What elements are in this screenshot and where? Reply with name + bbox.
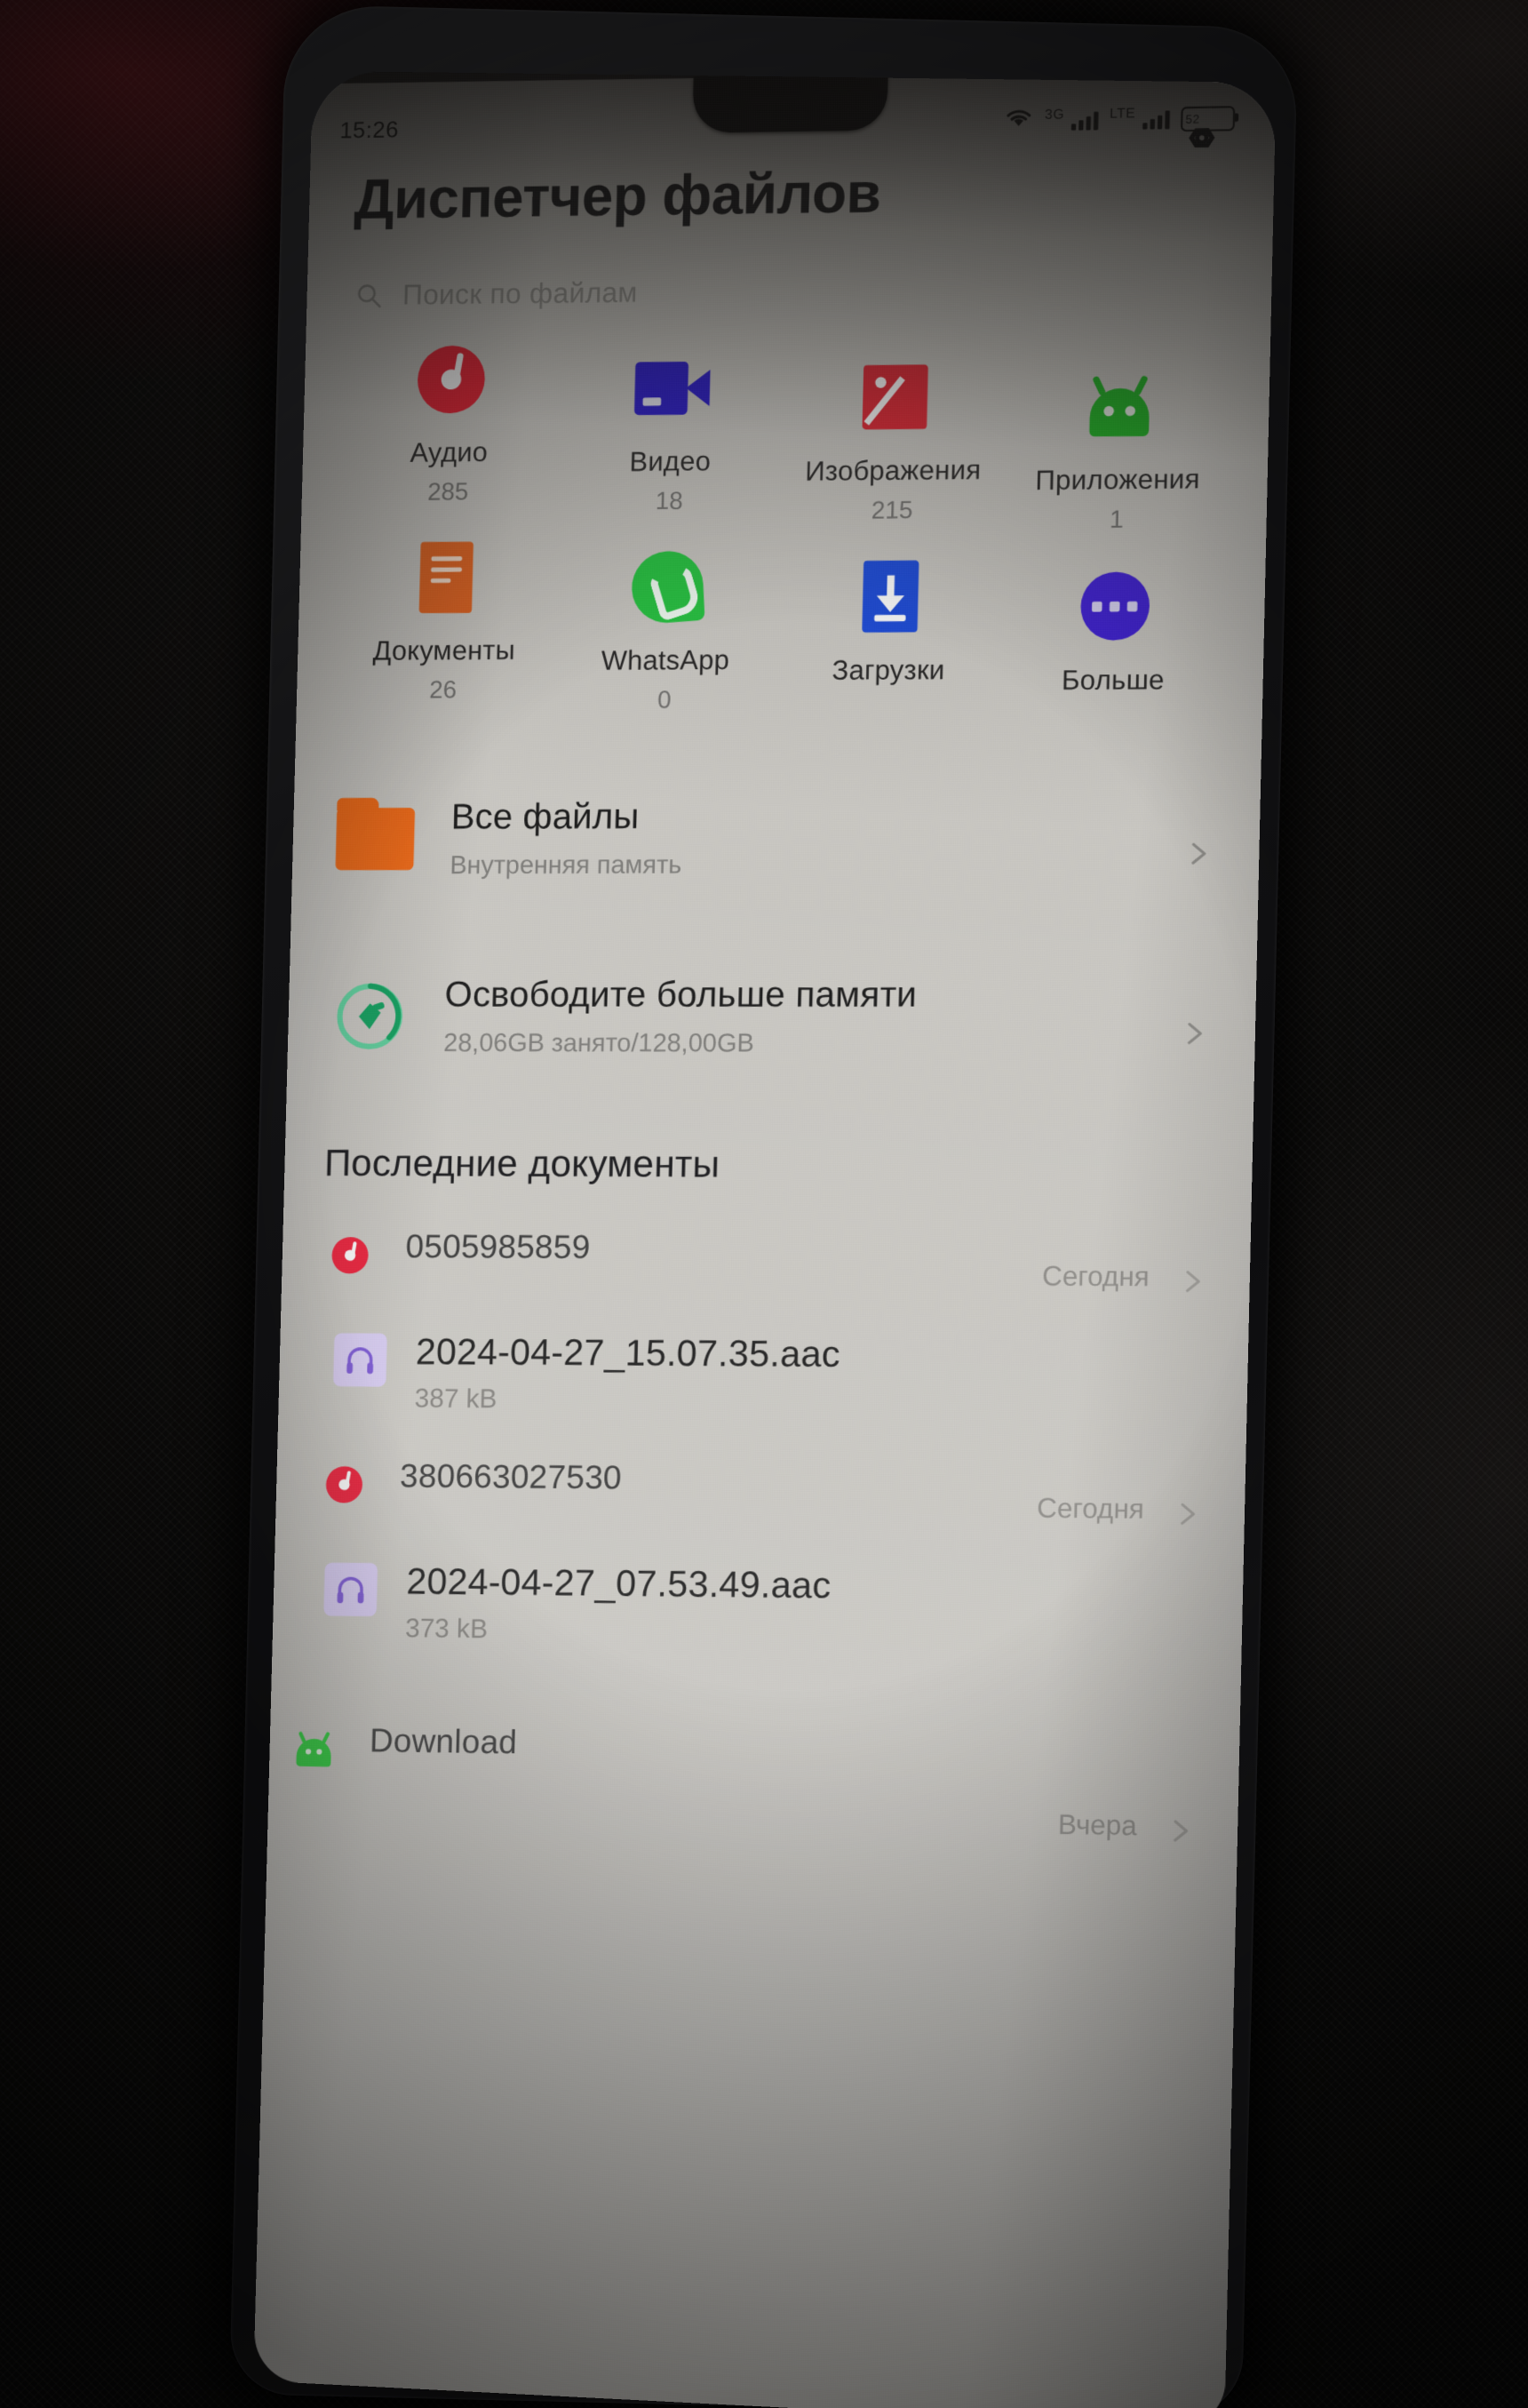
audio-disc-icon (322, 1227, 379, 1284)
chevron-right-icon[interactable] (1177, 1265, 1210, 1297)
list-item[interactable]: 380663027530 Сегодня (312, 1456, 1209, 1521)
category-count: 26 (428, 675, 458, 704)
sim2-network-label: LTE (1109, 105, 1136, 122)
whatsapp-icon (628, 548, 707, 626)
file-date: Сегодня (1036, 1493, 1145, 1526)
all-files-subtitle: Внутренняя память (450, 849, 682, 880)
category-audio[interactable]: Аудио 285 (338, 340, 562, 507)
category-whatsapp[interactable]: WhatsApp 0 (553, 547, 779, 714)
file-name: 2024-04-27_15.07.35.aac (415, 1331, 841, 1375)
chevron-right-icon[interactable] (1182, 838, 1214, 870)
storage-cleanup-icon (330, 978, 409, 1056)
wifi-icon (1004, 107, 1034, 136)
status-time: 15:26 (339, 116, 400, 143)
category-grid-row-2: Документы 26 WhatsApp 0 Загрузки Больше (332, 541, 1230, 720)
image-icon (856, 358, 935, 436)
file-size: 387 kB (414, 1383, 497, 1415)
file-name: 2024-04-27_07.53.49.aac (405, 1561, 832, 1607)
sim1-signal-icon (1070, 110, 1099, 131)
search-icon (355, 282, 383, 309)
folder-icon (335, 808, 416, 871)
file-name: 0505985859 (405, 1227, 591, 1266)
file-manager-app: Диспетчер файлов Поиск по файлам Аудио 2… (253, 71, 1276, 2408)
audio-disc-icon (315, 1456, 373, 1514)
more-dots-icon (1075, 567, 1155, 645)
chevron-right-icon[interactable] (1165, 1815, 1198, 1847)
android-robot-icon (1079, 367, 1159, 445)
category-count: 285 (426, 477, 469, 506)
category-label: Приложения (1034, 464, 1201, 497)
file-date: Вчера (1057, 1809, 1138, 1842)
category-label: Аудио (410, 437, 489, 469)
category-label: Больше (1061, 665, 1166, 697)
page-title: Диспетчер файлов (353, 161, 882, 232)
category-label: WhatsApp (601, 645, 730, 677)
category-video[interactable]: Видео 18 (558, 348, 784, 516)
android-robot-icon (285, 1720, 343, 1778)
category-grid-row-1: Аудио 285 Видео 18 Изображения 215 Прило… (337, 345, 1233, 533)
list-item[interactable]: 2024-04-27_07.53.49.aac 373 kB (317, 1560, 1206, 1653)
list-item[interactable]: 0505985859 Сегодня (317, 1227, 1214, 1288)
free-storage-title: Освободите больше памяти (444, 975, 918, 1016)
download-icon (850, 558, 929, 636)
screen-notch (692, 73, 888, 133)
category-count: 0 (657, 686, 672, 714)
chevron-right-icon[interactable] (1172, 1498, 1205, 1530)
free-storage-row[interactable]: Освободите больше памяти 28,06GB занято/… (323, 975, 1220, 1058)
photo-scene: 15:26 3G LTE 52 Диспетчер файлов Поиск п… (0, 0, 1528, 2408)
battery-icon: 52 (1180, 105, 1236, 132)
recent-documents-heading: Последние документы (323, 1141, 720, 1185)
battery-percent: 52 (1185, 111, 1200, 126)
category-apps[interactable]: Приложения 1 (1004, 366, 1233, 535)
list-item[interactable]: Download Вчера (282, 1720, 1203, 1790)
category-downloads[interactable]: Загрузки (776, 557, 1004, 725)
file-name: Download (369, 1721, 518, 1761)
all-files-row[interactable]: Все файлы Внутренняя память (328, 795, 1223, 881)
headphones-icon (322, 1561, 379, 1619)
category-label: Изображения (804, 455, 982, 488)
file-date: Сегодня (1041, 1261, 1150, 1293)
search-input[interactable]: Поиск по файлам (354, 261, 1235, 321)
category-documents[interactable]: Документы 26 (332, 538, 557, 706)
document-icon (407, 538, 485, 616)
category-label: Видео (629, 446, 712, 478)
free-storage-subtitle: 28,06GB занято/128,00GB (442, 1028, 755, 1057)
audio-disc-icon (411, 341, 489, 419)
file-name: 380663027530 (399, 1456, 623, 1496)
phone-device: 15:26 3G LTE 52 Диспетчер файлов Поиск п… (229, 4, 1299, 2408)
sim2-signal-icon (1142, 108, 1170, 130)
all-files-title: Все файлы (450, 797, 641, 838)
category-images[interactable]: Изображения 215 (780, 357, 1007, 525)
list-item[interactable]: 2024-04-27_15.07.35.aac 387 kB (327, 1331, 1212, 1420)
category-more[interactable]: Больше (999, 567, 1229, 736)
phone-bezel: 15:26 3G LTE 52 Диспетчер файлов Поиск п… (229, 4, 1299, 2408)
category-label: Загрузки (832, 655, 945, 687)
sim1-network-label: 3G (1044, 106, 1065, 123)
category-count: 18 (655, 487, 684, 515)
phone-screen: 15:26 3G LTE 52 Диспетчер файлов Поиск п… (253, 70, 1277, 2408)
headphones-icon (331, 1331, 389, 1388)
search-placeholder: Поиск по файлам (402, 275, 639, 311)
category-count: 215 (871, 496, 913, 524)
video-camera-icon (633, 349, 712, 427)
category-label: Документы (372, 635, 516, 667)
chevron-right-icon[interactable] (1179, 1017, 1211, 1049)
category-count: 1 (1109, 505, 1125, 534)
